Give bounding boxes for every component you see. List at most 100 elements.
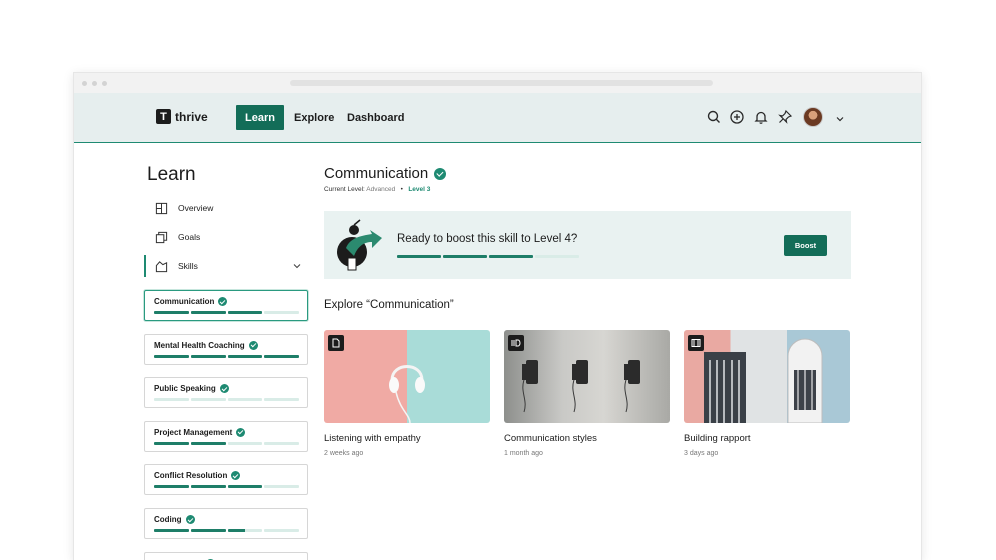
content-card[interactable]: Listening with empathy 2 weeks ago xyxy=(324,330,490,457)
progress-segment xyxy=(190,529,226,532)
verified-check-icon xyxy=(219,384,229,394)
avatar[interactable] xyxy=(803,107,823,127)
progress-segment xyxy=(264,441,299,445)
logo[interactable]: T thrive xyxy=(156,109,208,124)
level-label: Current Level: xyxy=(324,186,365,193)
skill-card[interactable]: Communication xyxy=(144,290,308,321)
skill-progress xyxy=(154,354,299,358)
verified-check-icon xyxy=(434,167,447,180)
skill-card[interactable]: Mental Health Coaching xyxy=(144,333,308,365)
logo-mark: T xyxy=(156,109,171,124)
chevron-down-icon[interactable] xyxy=(292,261,302,271)
sidebar-item-goals[interactable]: Goals xyxy=(144,226,308,248)
skill-name: Public Speaking xyxy=(154,384,229,394)
pin-icon[interactable] xyxy=(777,109,793,125)
goals-icon xyxy=(155,231,168,243)
payphones-icon xyxy=(522,360,640,413)
card-meta: 1 month ago xyxy=(504,450,543,457)
progress-segment xyxy=(264,311,299,314)
verified-check-icon xyxy=(231,471,241,481)
verified-check-icon xyxy=(218,297,228,306)
skill-name: Communication xyxy=(154,297,228,306)
browser-titlebar xyxy=(74,73,921,93)
sidebar-item-skills[interactable]: Skills xyxy=(144,255,308,277)
progress-segment xyxy=(154,398,189,402)
boost-illustration-icon xyxy=(337,219,382,271)
search-icon[interactable] xyxy=(706,109,722,125)
skill-progress xyxy=(154,311,299,314)
skill-card[interactable]: Project Management xyxy=(144,420,308,452)
boost-progress xyxy=(397,255,579,258)
skill-progress xyxy=(154,485,299,489)
verified-check-icon xyxy=(236,427,246,437)
top-nav: T thrive Learn Explore Dashboard xyxy=(74,93,921,143)
sidebar-item-label: Goals xyxy=(178,232,201,242)
headphones-icon xyxy=(389,365,425,423)
progress-segment xyxy=(489,255,533,258)
boost-button[interactable]: Boost xyxy=(784,235,827,256)
progress-segment xyxy=(535,255,579,258)
card-thumbnail[interactable] xyxy=(684,330,850,423)
progress-segment xyxy=(264,485,299,489)
sidebar-item-label: Skills xyxy=(178,261,198,271)
progress-segment xyxy=(264,398,299,402)
card-meta: 2 weeks ago xyxy=(324,450,364,457)
skills-icon xyxy=(155,260,168,272)
progress-segment xyxy=(190,485,226,489)
progress-segment xyxy=(227,529,263,532)
skill-name: Conflict Resolution xyxy=(154,471,241,481)
current-level: Current Level: Advanced • Level 3 xyxy=(324,186,430,193)
content-card[interactable]: Communication styles 1 month ago xyxy=(504,330,670,457)
logo-text: thrive xyxy=(175,109,208,124)
window-dot xyxy=(82,81,87,86)
skill-progress xyxy=(154,398,299,402)
explore-heading: Explore “Communication” xyxy=(324,299,454,311)
progress-segment xyxy=(227,485,263,489)
progress-segment xyxy=(190,354,226,358)
progress-segment xyxy=(154,311,189,314)
progress-segment xyxy=(227,311,263,314)
skill-name-text: Communication xyxy=(154,297,215,306)
doors-icon xyxy=(704,338,823,423)
card-thumbnail[interactable] xyxy=(504,330,670,423)
tab-explore[interactable]: Explore xyxy=(285,105,343,130)
progress-segment xyxy=(154,354,189,358)
card-meta: 3 days ago xyxy=(684,450,719,457)
sidebar-item-overview[interactable]: Overview xyxy=(144,197,308,219)
skill-name-text: Project Management xyxy=(154,427,233,437)
sidebar-item-label: Overview xyxy=(178,203,214,213)
card-title[interactable]: Listening with empathy xyxy=(324,433,490,444)
skill-card[interactable]: Conflict Resolution xyxy=(144,464,308,496)
page-title: Communication xyxy=(324,165,447,182)
content-card[interactable]: Building rapport 3 days ago xyxy=(684,330,850,457)
url-bar[interactable] xyxy=(290,80,713,86)
bell-icon[interactable] xyxy=(753,109,769,125)
progress-segment xyxy=(264,354,299,358)
skill-name-text: Mental Health Coaching xyxy=(154,340,245,350)
progress-segment xyxy=(264,529,299,532)
skill-progress xyxy=(154,529,299,532)
tab-learn[interactable]: Learn xyxy=(236,105,284,130)
card-thumbnail[interactable] xyxy=(324,330,490,423)
progress-segment xyxy=(227,441,263,445)
skill-card[interactable]: Social Media xyxy=(144,551,308,560)
skill-name: Coding xyxy=(154,515,195,524)
card-title[interactable]: Building rapport xyxy=(684,433,850,444)
video-icon xyxy=(688,335,704,351)
document-icon xyxy=(328,335,344,351)
progress-segment xyxy=(397,255,441,258)
add-icon[interactable] xyxy=(729,109,745,125)
chevron-down-icon[interactable] xyxy=(834,111,846,127)
boost-text: Ready to boost this skill to Level 4? xyxy=(397,233,578,245)
progress-segment xyxy=(227,398,263,402)
skill-card[interactable]: Public Speaking xyxy=(144,377,308,409)
card-title[interactable]: Communication styles xyxy=(504,433,670,444)
progress-segment xyxy=(154,529,189,532)
progress-segment xyxy=(227,354,263,358)
boost-banner: Ready to boost this skill to Level 4? Bo… xyxy=(324,211,851,279)
progress-segment xyxy=(190,311,226,314)
tab-dashboard[interactable]: Dashboard xyxy=(338,105,413,130)
verified-check-icon xyxy=(185,515,195,524)
skill-name-text: Coding xyxy=(154,515,182,524)
skill-card[interactable]: Coding xyxy=(144,508,308,539)
